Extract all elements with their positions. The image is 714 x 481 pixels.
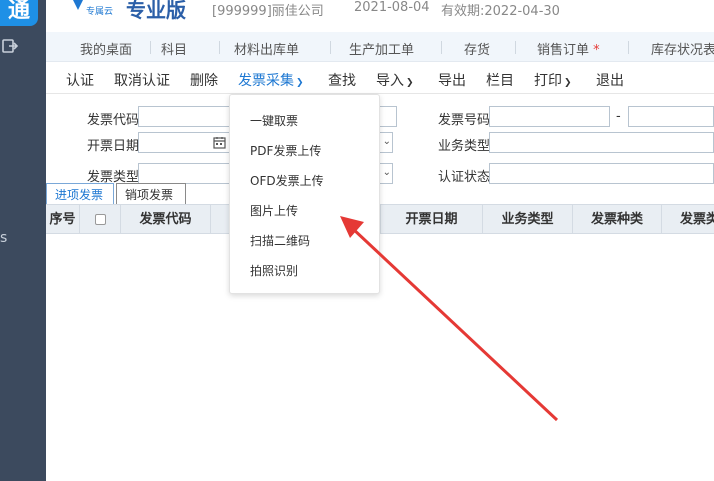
action-toolbar: 认证 取消认证 删除 发票采集 ❯ 查找 导入 ❯ 导出 栏目 打印 ❯ 退出 xyxy=(46,62,714,94)
tab-separator xyxy=(628,41,629,54)
select-all-checkbox-cell[interactable] xyxy=(80,205,121,234)
issue-date-input[interactable] xyxy=(138,132,230,153)
tab-subjects[interactable]: 科目 xyxy=(161,39,187,58)
chevron-down-icon: ⌄ xyxy=(382,167,391,178)
invoice-collect-dropdown: 一键取票 PDF发票上传 OFD发票上传 图片上传 扫描二维码 拍照识别 xyxy=(229,94,380,294)
menu-item-ofd-upload[interactable]: OFD发票上传 xyxy=(250,172,324,189)
menu-item-image-upload[interactable]: 图片上传 xyxy=(250,202,298,219)
column-header-business-type[interactable]: 业务类型 xyxy=(483,205,573,234)
brand-subtitle: 专属云 xyxy=(86,7,114,17)
column-header-issue-date[interactable]: 开票日期 xyxy=(381,205,483,234)
auth-status-label: 认证状态 xyxy=(438,170,491,185)
brand-title: 专业版 xyxy=(126,0,186,22)
left-sidebar: 通 s xyxy=(0,0,46,481)
company-name[interactable]: [999999]丽佳公司 xyxy=(212,0,324,19)
tab-production-order[interactable]: 生产加工单 xyxy=(349,39,414,58)
system-date: 2021-08-04 xyxy=(354,0,430,15)
tab-separator xyxy=(219,41,220,54)
validity-period: 有效期:2022-04-30 xyxy=(441,4,560,19)
chevron-down-icon: ❯ xyxy=(406,78,414,88)
invoice-number-to-input[interactable] xyxy=(628,106,714,127)
invoice-type-select-end[interactable]: ⌄ xyxy=(379,163,393,184)
top-header: 专属云 专业版 [999999]丽佳公司 2021-08-04 有效期:2022… xyxy=(46,0,714,26)
tab-sales-order[interactable]: 销售订单 * xyxy=(537,39,600,58)
chevron-down-icon: ❯ xyxy=(564,78,572,88)
tab-inventory[interactable]: 存货 xyxy=(464,39,490,58)
authenticate-button[interactable]: 认证 xyxy=(66,70,94,90)
invoice-code-input-end[interactable] xyxy=(379,106,397,127)
tab-separator xyxy=(150,41,151,54)
exit-button[interactable]: 退出 xyxy=(596,70,624,90)
select-all-checkbox[interactable] xyxy=(94,214,106,225)
exit-icon[interactable] xyxy=(2,38,18,54)
sidebar-menu-glyph[interactable]: s xyxy=(0,230,7,246)
invoice-code-input[interactable] xyxy=(138,106,230,127)
print-button[interactable]: 打印 ❯ xyxy=(534,70,572,90)
tab-stock-status[interactable]: 库存状况表 xyxy=(651,39,714,58)
cancel-auth-button[interactable]: 取消认证 xyxy=(114,70,170,90)
tab-separator xyxy=(515,41,516,54)
menu-item-photo-recognize[interactable]: 拍照识别 xyxy=(250,262,298,279)
business-type-select[interactable] xyxy=(489,132,714,153)
menu-item-one-click-fetch[interactable]: 一键取票 xyxy=(250,112,298,129)
menu-item-scan-qr[interactable]: 扫描二维码 xyxy=(250,232,310,249)
business-type-label: 业务类型 xyxy=(438,139,491,154)
unsaved-star: * xyxy=(593,43,600,58)
invoice-code-label: 发票代码 xyxy=(87,113,140,128)
auth-status-select[interactable] xyxy=(489,163,714,184)
issue-date-label: 开票日期 xyxy=(87,139,140,154)
column-header-invoice-kind[interactable]: 发票种类 xyxy=(573,205,662,234)
column-header-invoice-class[interactable]: 发票类 xyxy=(662,205,714,234)
invoice-number-label: 发票号码 xyxy=(438,113,491,128)
issue-date-select-end[interactable]: ⌄ xyxy=(379,132,393,153)
chevron-down-icon: ⌄ xyxy=(382,136,391,147)
columns-button[interactable]: 栏目 xyxy=(486,70,514,90)
tab-my-desktop[interactable]: 我的桌面 xyxy=(80,39,132,58)
column-header-invoice-code[interactable]: 发票代码 xyxy=(121,205,211,234)
tab-incoming-invoices[interactable]: 进项发票 xyxy=(46,183,114,204)
tab-separator xyxy=(330,41,331,54)
delete-button[interactable]: 删除 xyxy=(190,70,218,90)
invoice-table-header: 序号 发票代码 开票日期 业务类型 发票种类 发票类 xyxy=(46,204,714,234)
import-button[interactable]: 导入 ❯ xyxy=(376,70,414,90)
menu-item-pdf-upload[interactable]: PDF发票上传 xyxy=(250,142,321,159)
column-header-index: 序号 xyxy=(46,205,80,234)
invoice-number-from-input[interactable] xyxy=(489,106,610,127)
app-logo: 通 xyxy=(0,0,38,26)
page-tabs-bar: 我的桌面 科目 材料出库单 生产加工单 存货 销售订单 * 库存状况表 xyxy=(46,32,714,62)
tab-separator xyxy=(441,41,442,54)
invoice-type-select[interactable] xyxy=(138,163,230,184)
annotation-arrow-shaft xyxy=(350,226,559,422)
calendar-icon[interactable] xyxy=(213,136,226,149)
tab-outgoing-invoices[interactable]: 销项发票 xyxy=(116,183,186,204)
search-button[interactable]: 查找 xyxy=(328,70,356,90)
range-separator: - xyxy=(616,109,621,124)
chevron-down-icon: ❯ xyxy=(296,78,304,88)
export-button[interactable]: 导出 xyxy=(438,70,466,90)
tab-material-outbound[interactable]: 材料出库单 xyxy=(234,39,299,58)
invoice-collect-button[interactable]: 发票采集 ❯ xyxy=(238,70,304,90)
